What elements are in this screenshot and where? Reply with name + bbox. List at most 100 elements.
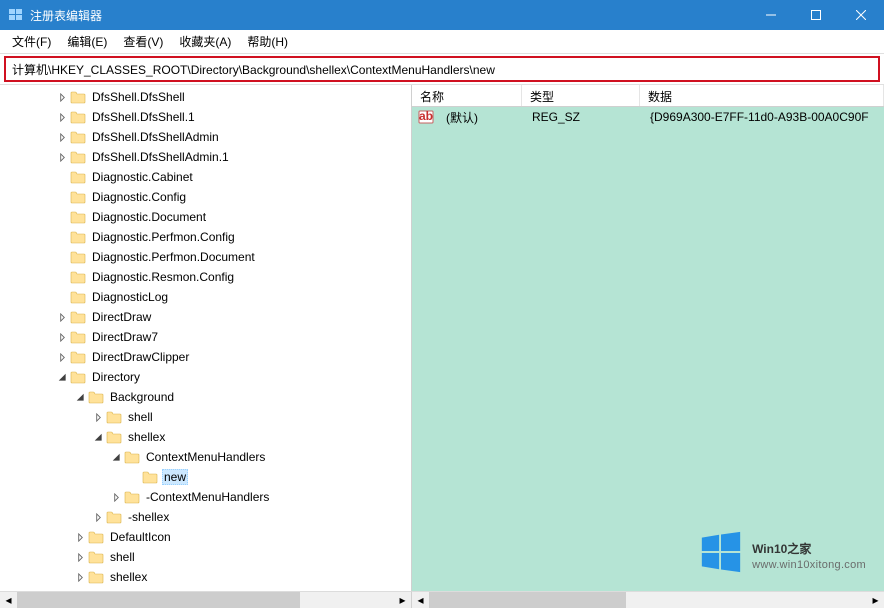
tree-node[interactable]: shellex	[0, 567, 411, 587]
menu-view[interactable]: 查看(V)	[115, 30, 171, 53]
maximize-button[interactable]	[793, 0, 838, 30]
window-controls	[748, 0, 884, 30]
tree-node-label: DiagnosticLog	[90, 290, 170, 304]
chevron-right-icon[interactable]	[90, 509, 106, 525]
menu-favorites[interactable]: 收藏夹(A)	[171, 30, 239, 53]
column-data[interactable]: 数据	[640, 85, 884, 106]
values-scrollbar[interactable]: ◂ ▸	[412, 591, 884, 608]
tree-node-label: DfsShell.DfsShell	[90, 90, 187, 104]
tree-node-label: -shellex	[126, 510, 171, 524]
tree-node-label: DefaultIcon	[108, 530, 173, 544]
tree-node[interactable]: DfsShell.DfsShellAdmin.1	[0, 147, 411, 167]
string-value-icon: ab	[418, 109, 434, 125]
tree-node-label: Diagnostic.Cabinet	[90, 170, 195, 184]
tree-node[interactable]: Diagnostic.Resmon.Config	[0, 267, 411, 287]
content-area: DfsShell.DfsShell DfsShell.DfsShell.1 DfsS…	[0, 84, 884, 591]
tree-node-label: Directory	[90, 370, 142, 384]
menu-bar: 文件(F) 编辑(E) 查看(V) 收藏夹(A) 帮助(H)	[0, 30, 884, 54]
tree-node-label: Diagnostic.Perfmon.Config	[90, 230, 237, 244]
chevron-down-icon[interactable]	[90, 429, 106, 445]
tree-pane[interactable]: DfsShell.DfsShell DfsShell.DfsShell.1 DfsS…	[0, 85, 412, 591]
tree-node[interactable]: ContextMenuHandlers	[0, 447, 411, 467]
address-text: 计算机\HKEY_CLASSES_ROOT\Directory\Backgrou…	[12, 61, 495, 78]
tree-node[interactable]: new	[0, 467, 411, 487]
value-data: {D969A300-E7FF-11d0-A93B-00A0C90F	[642, 110, 877, 124]
column-name[interactable]: 名称	[412, 85, 522, 106]
tree-node[interactable]: shell	[0, 547, 411, 567]
tree-node-label: shell	[108, 550, 137, 564]
chevron-right-icon[interactable]	[108, 489, 124, 505]
chevron-right-icon[interactable]	[54, 149, 70, 165]
value-row[interactable]: ab (默认)REG_SZ{D969A300-E7FF-11d0-A93B-00A…	[412, 107, 884, 127]
chevron-right-icon[interactable]	[72, 549, 88, 565]
tree-node[interactable]: DfsShell.DfsShell	[0, 87, 411, 107]
chevron-down-icon[interactable]	[72, 389, 88, 405]
tree-node[interactable]: DirectDraw	[0, 307, 411, 327]
tree-node-label: new	[162, 469, 188, 485]
tree-node[interactable]: Diagnostic.Perfmon.Document	[0, 247, 411, 267]
tree-node-label: Diagnostic.Config	[90, 190, 188, 204]
tree-node[interactable]: Background	[0, 387, 411, 407]
menu-edit[interactable]: 编辑(E)	[59, 30, 115, 53]
tree-node-label: shellex	[126, 430, 167, 444]
menu-file[interactable]: 文件(F)	[4, 30, 59, 53]
tree-node[interactable]: Diagnostic.Cabinet	[0, 167, 411, 187]
value-name: (默认)	[438, 109, 524, 126]
tree-node[interactable]: DirectDrawClipper	[0, 347, 411, 367]
minimize-button[interactable]	[748, 0, 793, 30]
window-title: 注册表编辑器	[30, 7, 748, 24]
chevron-right-icon[interactable]	[72, 529, 88, 545]
scroll-left-icon[interactable]: ◂	[0, 592, 17, 608]
menu-help[interactable]: 帮助(H)	[239, 30, 296, 53]
tree-node[interactable]: Diagnostic.Document	[0, 207, 411, 227]
tree-node[interactable]: shell	[0, 407, 411, 427]
chevron-right-icon[interactable]	[54, 329, 70, 345]
chevron-right-icon[interactable]	[54, 129, 70, 145]
tree-node-label: DirectDraw	[90, 310, 153, 324]
tree-node-label: ContextMenuHandlers	[144, 450, 267, 464]
tree-node-label: -ContextMenuHandlers	[144, 490, 271, 504]
tree-node[interactable]: DefaultIcon	[0, 527, 411, 547]
tree-node[interactable]: -shellex	[0, 507, 411, 527]
scrollbars: ◂ ▸ ◂ ▸	[0, 591, 884, 608]
scroll-left-icon[interactable]: ◂	[412, 592, 429, 608]
chevron-right-icon[interactable]	[90, 409, 106, 425]
scroll-right-icon[interactable]: ▸	[394, 592, 411, 608]
tree-node-label: DfsShell.DfsShellAdmin	[90, 130, 221, 144]
tree-node-label: DirectDrawClipper	[90, 350, 191, 364]
tree-node[interactable]: DfsShell.DfsShellAdmin	[0, 127, 411, 147]
chevron-right-icon[interactable]	[54, 109, 70, 125]
value-type: REG_SZ	[524, 110, 642, 124]
tree-node-label: Diagnostic.Document	[90, 210, 208, 224]
value-rows[interactable]: ab (默认)REG_SZ{D969A300-E7FF-11d0-A93B-00A…	[412, 107, 884, 591]
tree-node-label: DfsShell.DfsShellAdmin.1	[90, 150, 231, 164]
address-bar[interactable]: 计算机\HKEY_CLASSES_ROOT\Directory\Backgrou…	[4, 56, 880, 82]
chevron-right-icon[interactable]	[54, 309, 70, 325]
chevron-right-icon[interactable]	[54, 349, 70, 365]
tree-node[interactable]: DfsShell.DfsShell.1	[0, 107, 411, 127]
values-pane: 名称 类型 数据 ab (默认)REG_SZ{D969A300-E7FF-11d0…	[412, 85, 884, 591]
app-icon	[8, 7, 24, 23]
title-bar: 注册表编辑器	[0, 0, 884, 30]
column-headers: 名称 类型 数据	[412, 85, 884, 107]
tree-node[interactable]: Directory	[0, 367, 411, 387]
chevron-down-icon[interactable]	[108, 449, 124, 465]
tree-node[interactable]: Diagnostic.Perfmon.Config	[0, 227, 411, 247]
chevron-right-icon[interactable]	[72, 569, 88, 585]
tree-node[interactable]: Diagnostic.Config	[0, 187, 411, 207]
tree-node[interactable]: -ContextMenuHandlers	[0, 487, 411, 507]
column-type[interactable]: 类型	[522, 85, 640, 106]
scroll-right-icon[interactable]: ▸	[867, 592, 884, 608]
tree-node[interactable]: DiagnosticLog	[0, 287, 411, 307]
close-button[interactable]	[838, 0, 884, 30]
tree-node-label: Background	[108, 390, 176, 404]
tree-node-label: Diagnostic.Resmon.Config	[90, 270, 236, 284]
tree-scrollbar[interactable]: ◂ ▸	[0, 591, 412, 608]
tree-node-label: shell	[126, 410, 155, 424]
tree-node-label: DfsShell.DfsShell.1	[90, 110, 197, 124]
chevron-down-icon[interactable]	[54, 369, 70, 385]
tree-node[interactable]: shellex	[0, 427, 411, 447]
svg-text:ab: ab	[419, 109, 433, 123]
chevron-right-icon[interactable]	[54, 89, 70, 105]
tree-node[interactable]: DirectDraw7	[0, 327, 411, 347]
